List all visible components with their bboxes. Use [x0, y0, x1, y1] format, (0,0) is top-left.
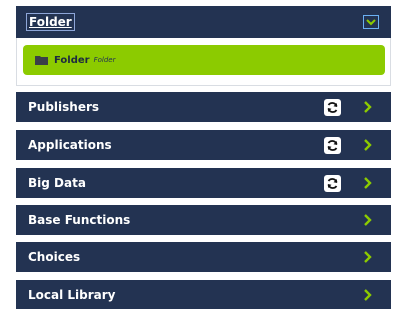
folder-item[interactable]: Folder Folder — [23, 45, 385, 75]
row-base-functions[interactable]: Base Functions — [16, 205, 391, 235]
row-choices[interactable]: Choices — [16, 242, 391, 272]
sync-icon[interactable] — [324, 137, 341, 154]
folder-icon — [35, 56, 48, 65]
chevron-right-icon[interactable] — [363, 288, 373, 301]
row-local-library[interactable]: Local Library — [16, 280, 391, 309]
row-label: Publishers — [28, 100, 100, 114]
folder-panel-header[interactable]: Folder — [16, 6, 391, 38]
chevron-right-icon[interactable] — [363, 139, 373, 151]
chevron-right-icon[interactable] — [363, 101, 373, 113]
chevron-down-icon — [366, 18, 376, 25]
folder-panel-title[interactable]: Folder — [26, 13, 75, 31]
row-label: Big Data — [28, 176, 86, 190]
row-big-data[interactable]: Big Data — [16, 168, 391, 198]
sync-icon[interactable] — [324, 99, 341, 116]
collapse-button[interactable] — [363, 15, 379, 29]
row-label: Choices — [28, 250, 81, 264]
row-applications[interactable]: Applications — [16, 130, 391, 160]
folder-item-label: Folder — [54, 54, 90, 66]
chevron-right-icon[interactable] — [363, 251, 373, 263]
chevron-right-icon[interactable] — [363, 214, 373, 226]
folder-panel: Folder Folder Folder — [16, 6, 391, 86]
row-label: Applications — [28, 138, 112, 152]
folder-item-sublabel: Folder — [93, 56, 116, 64]
sync-icon[interactable] — [324, 175, 341, 192]
row-publishers[interactable]: Publishers — [16, 92, 391, 122]
chevron-right-icon[interactable] — [363, 177, 373, 189]
row-label: Local Library — [28, 287, 116, 302]
row-label: Base Functions — [28, 213, 131, 227]
